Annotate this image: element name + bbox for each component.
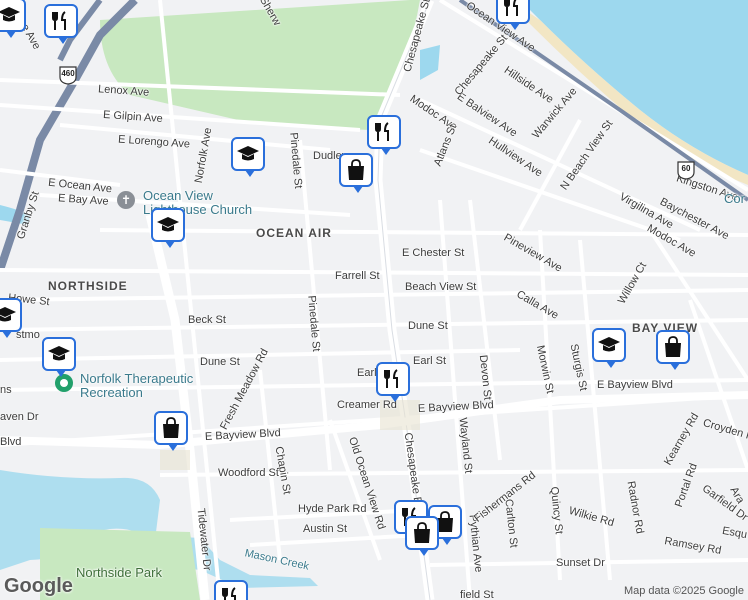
school-marker[interactable]	[0, 0, 26, 38]
street-label: Hyde Park Rd	[298, 503, 367, 515]
restaurant-marker[interactable]	[214, 580, 248, 600]
poi-recreation[interactable]: Norfolk Therapeutic Recreation	[80, 371, 193, 401]
us-60-shield: 60	[676, 160, 696, 180]
street-label: E Chester St	[402, 247, 465, 259]
street-label: Dune St	[200, 356, 240, 368]
google-logo: Google	[4, 575, 73, 597]
restaurant-icon	[222, 587, 236, 600]
neighborhood-northside: NORTHSIDE	[48, 279, 128, 293]
map-copyright: Map data ©2025 Google	[623, 585, 744, 597]
school-marker[interactable]	[231, 137, 265, 177]
school-marker[interactable]	[0, 298, 22, 338]
school-icon	[237, 146, 259, 161]
street-label: aven Dr	[0, 411, 39, 423]
restaurant-icon	[52, 11, 66, 30]
school-marker[interactable]	[592, 328, 626, 368]
poi-park[interactable]: Northside Park	[76, 565, 162, 580]
shopping-marker[interactable]	[405, 516, 439, 556]
street-label: Earl	[357, 367, 377, 379]
school-icon	[598, 337, 620, 352]
street-label: Farrell St	[335, 270, 380, 282]
us-460-shield: 460	[58, 65, 78, 85]
street-label: Sunset Dr	[556, 557, 605, 569]
shopping-bag-icon	[414, 522, 430, 543]
school-icon	[0, 307, 16, 322]
street-label: Beck St	[188, 314, 226, 326]
restaurant-icon	[504, 0, 518, 16]
shopping-marker[interactable]	[154, 411, 188, 451]
restaurant-marker[interactable]	[367, 115, 401, 155]
restaurant-marker[interactable]	[376, 362, 410, 402]
shopping-marker[interactable]	[656, 330, 690, 370]
restaurant-marker[interactable]	[496, 0, 530, 30]
school-marker[interactable]	[151, 208, 185, 248]
shopping-bag-icon	[348, 159, 364, 180]
street-label: field St	[460, 589, 494, 600]
shopping-bag-icon	[665, 336, 681, 357]
neighborhood-ocean-air: OCEAN AIR	[256, 226, 332, 240]
school-icon	[48, 346, 70, 361]
shopping-bag-icon	[163, 417, 179, 438]
street-label: Dune St	[408, 320, 448, 332]
shopping-marker[interactable]	[339, 153, 373, 193]
street-label: Creamer Rd	[337, 399, 397, 411]
street-label: E Bayview Blvd	[597, 379, 673, 391]
street-label: Blvd	[0, 436, 22, 448]
street-label: Woodford St	[218, 467, 279, 479]
street-label: Cor	[724, 191, 745, 206]
street-label: stmo	[16, 329, 40, 341]
restaurant-icon	[375, 122, 389, 141]
restaurant-marker[interactable]	[44, 4, 78, 44]
street-label: Austin St	[303, 523, 348, 535]
school-icon	[157, 217, 179, 232]
restaurant-icon	[384, 369, 398, 388]
map-canvas[interactable]: OCEAN AIR NORTHSIDE BAY VIEW Lenox Ave E…	[0, 0, 748, 600]
school-icon	[0, 7, 20, 22]
street-label: ns	[0, 384, 12, 396]
street-label: Earl St	[413, 355, 447, 367]
church-icon: ✝	[117, 191, 135, 209]
street-label: Beach View St	[405, 281, 477, 293]
school-marker[interactable]	[42, 337, 76, 377]
